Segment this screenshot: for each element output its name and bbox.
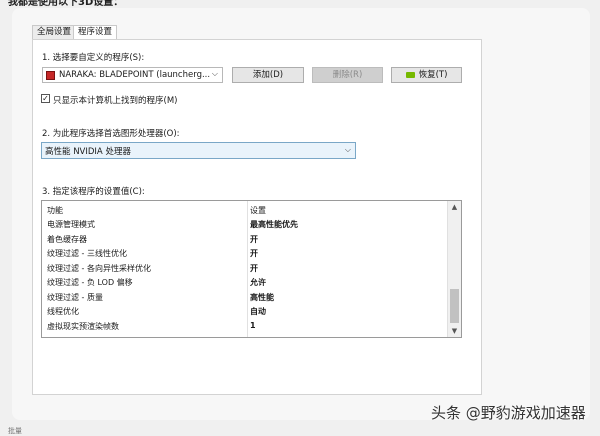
settings-table: 功能 设置 电源管理模式 最高性能优先 着色缓存器 开 纹理过滤 - 三线性优化…: [41, 200, 462, 338]
feature-cell: 着色缓存器: [47, 234, 87, 244]
show-found-programs-label: 只显示本计算机上找到的程序(M): [53, 96, 178, 106]
scrollbar-thumb[interactable]: [450, 289, 459, 323]
feature-cell: 纹理过滤 - 三线性优化: [47, 249, 127, 258]
naraka-app-icon: [46, 71, 55, 80]
feature-cell: 纹理过滤 - 质量: [47, 292, 103, 302]
table-row[interactable]: 纹理过滤 - 各向异性采样优化 开: [42, 261, 448, 275]
watermark: 头条 @野豹游戏加速器: [431, 404, 586, 422]
feature-cell: 电源管理模式: [47, 220, 95, 229]
restore-button[interactable]: 恢复(T): [391, 67, 462, 83]
setting-cell: 最高性能优先: [250, 220, 298, 229]
step1-label: 1. 选择要自定义的程序(S):: [42, 53, 145, 63]
feature-cell: 线程优化: [47, 307, 79, 316]
scroll-up-icon[interactable]: ▲: [448, 201, 461, 213]
step3-label: 3. 指定该程序的设置值(C):: [42, 187, 145, 197]
tab-program-settings[interactable]: 程序设置: [73, 25, 118, 40]
table-row[interactable]: 虚拟现实预渲染帧数 1: [42, 319, 448, 333]
feature-cell: 纹理过滤 - 各向异性采样优化: [47, 263, 151, 273]
scroll-down-icon[interactable]: ▼: [448, 325, 461, 337]
remove-button[interactable]: 删除(R): [312, 67, 383, 83]
gpu-dropdown[interactable]: 高性能 NVIDIA 处理器 ⌵: [41, 142, 356, 159]
table-header: 功能 设置: [42, 203, 448, 217]
chevron-down-icon: ⌵: [211, 69, 218, 78]
program-dropdown-value: NARAKA: BLADEPOINT (launcherg...: [59, 70, 211, 80]
gpu-dropdown-value: 高性能 NVIDIA 处理器: [45, 147, 131, 157]
step2-label: 2. 为此程序选择首选图形处理器(O):: [42, 129, 180, 139]
table-row[interactable]: 着色缓存器 开: [42, 232, 448, 246]
table-scrollbar[interactable]: ▲ ▼: [447, 201, 461, 337]
feature-cell: 纹理过滤 - 负 LOD 偏移: [47, 278, 133, 287]
table-row[interactable]: 纹理过滤 - 质量 高性能: [42, 290, 448, 304]
setting-cell: 开: [250, 263, 258, 273]
table-row[interactable]: 线程优化 自动: [42, 304, 448, 318]
setting-cell: 高性能: [250, 292, 274, 302]
chevron-down-icon: ⌵: [344, 145, 351, 154]
setting-column-header: 设置: [250, 206, 266, 215]
setting-cell: 开: [250, 234, 258, 244]
table-row[interactable]: 纹理过滤 - 三线性优化 开: [42, 246, 448, 260]
tab-global-settings[interactable]: 全局设置: [32, 25, 77, 39]
program-dropdown[interactable]: NARAKA: BLADEPOINT (launcherg... ⌵: [42, 67, 223, 83]
feature-cell: 虚拟现实预渲染帧数: [47, 321, 119, 331]
setting-cell: 自动: [250, 307, 266, 316]
intro-text: 我都是使用以下3D设置：: [8, 0, 124, 8]
table-row[interactable]: 电源管理模式 最高性能优先: [42, 217, 448, 231]
show-found-programs-checkbox[interactable]: ✓: [41, 94, 50, 103]
setting-cell: 开: [250, 249, 258, 258]
bottom-clipped-text: 批量: [8, 427, 22, 435]
restore-button-label: 恢复(T): [418, 70, 448, 80]
feature-column-header: 功能: [47, 206, 63, 215]
setting-cell: 允许: [250, 278, 266, 287]
setting-cell: 1: [250, 320, 256, 330]
table-row[interactable]: 纹理过滤 - 负 LOD 偏移 允许: [42, 275, 448, 289]
add-button[interactable]: 添加(D): [232, 67, 304, 83]
nvidia-icon: [405, 71, 415, 78]
